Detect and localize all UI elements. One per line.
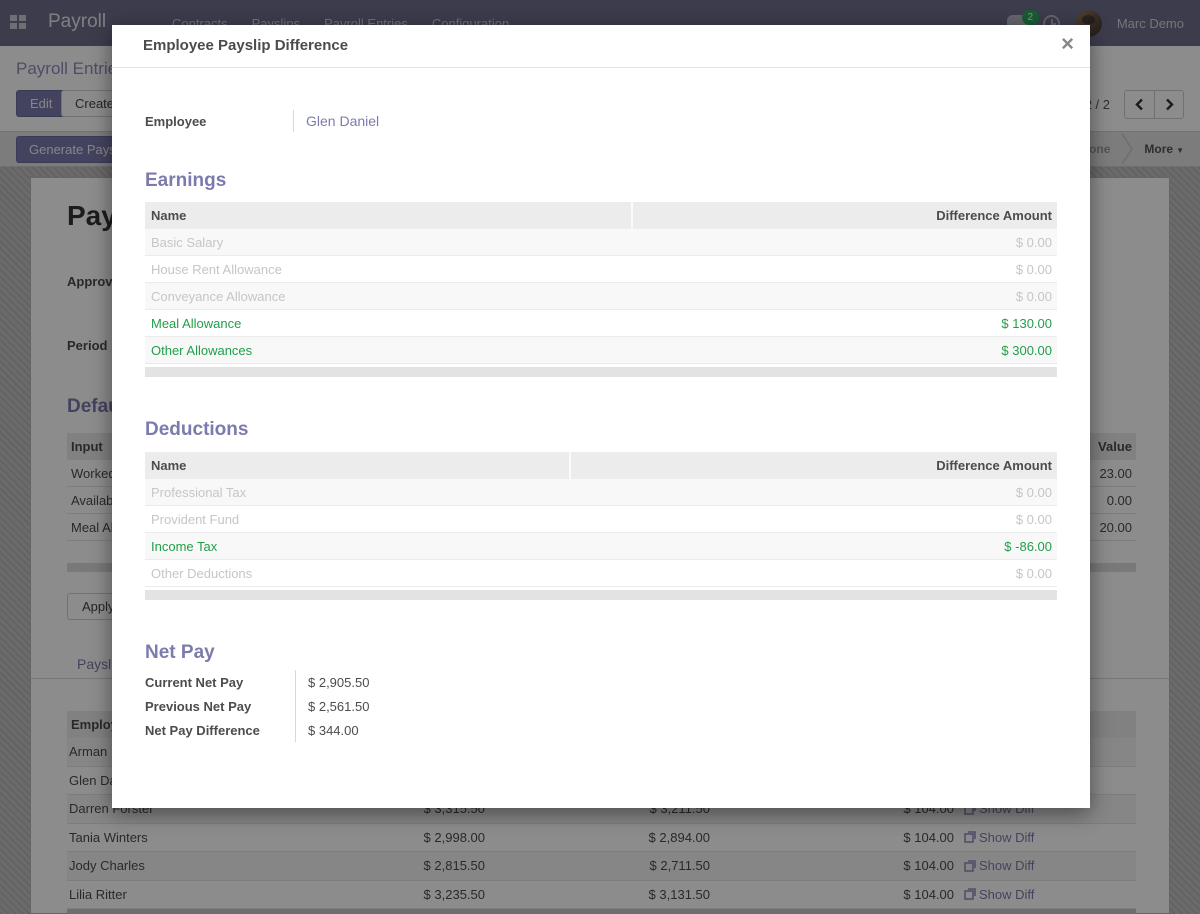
employee-link[interactable]: Glen Daniel [293, 110, 379, 132]
earnings-row: Conveyance Allowance $ 0.00 [145, 283, 1057, 310]
table-footer-strip [145, 367, 1057, 377]
deductions-row: Professional Tax $ 0.00 [145, 479, 1057, 506]
net-pay-row: Previous Net Pay $ 2,561.50 [145, 694, 1057, 718]
employee-field-label: Employee [145, 114, 293, 129]
earnings-row: House Rent Allowance $ 0.00 [145, 256, 1057, 283]
employee-payslip-difference-dialog: Employee Payslip Difference × Employee G… [112, 25, 1090, 808]
deductions-table: Name Difference Amount Professional Tax … [145, 452, 1057, 600]
earnings-row: Other Allowances $ 300.00 [145, 337, 1057, 364]
net-pay-row: Net Pay Difference $ 344.00 [145, 718, 1057, 742]
dialog-title: Employee Payslip Difference [143, 37, 1059, 54]
column-header-name: Name [145, 452, 571, 479]
column-header-name: Name [145, 202, 633, 229]
close-icon[interactable]: × [1061, 33, 1074, 55]
table-footer-strip [145, 590, 1057, 600]
column-header-difference-amount: Difference Amount [633, 202, 1057, 229]
net-pay-row: Current Net Pay $ 2,905.50 [145, 670, 1057, 694]
earnings-row: Meal Allowance $ 130.00 [145, 310, 1057, 337]
deductions-row: Other Deductions $ 0.00 [145, 560, 1057, 587]
net-pay-section-title: Net Pay [145, 642, 1057, 664]
earnings-row: Basic Salary $ 0.00 [145, 229, 1057, 256]
dialog-header: Employee Payslip Difference × [112, 25, 1090, 68]
deductions-row: Provident Fund $ 0.00 [145, 506, 1057, 533]
earnings-section-title: Earnings [145, 170, 1057, 192]
deductions-section-title: Deductions [145, 419, 1057, 441]
column-header-difference-amount: Difference Amount [571, 452, 1057, 479]
earnings-table: Name Difference Amount Basic Salary $ 0.… [145, 202, 1057, 377]
deductions-row: Income Tax $ -86.00 [145, 533, 1057, 560]
